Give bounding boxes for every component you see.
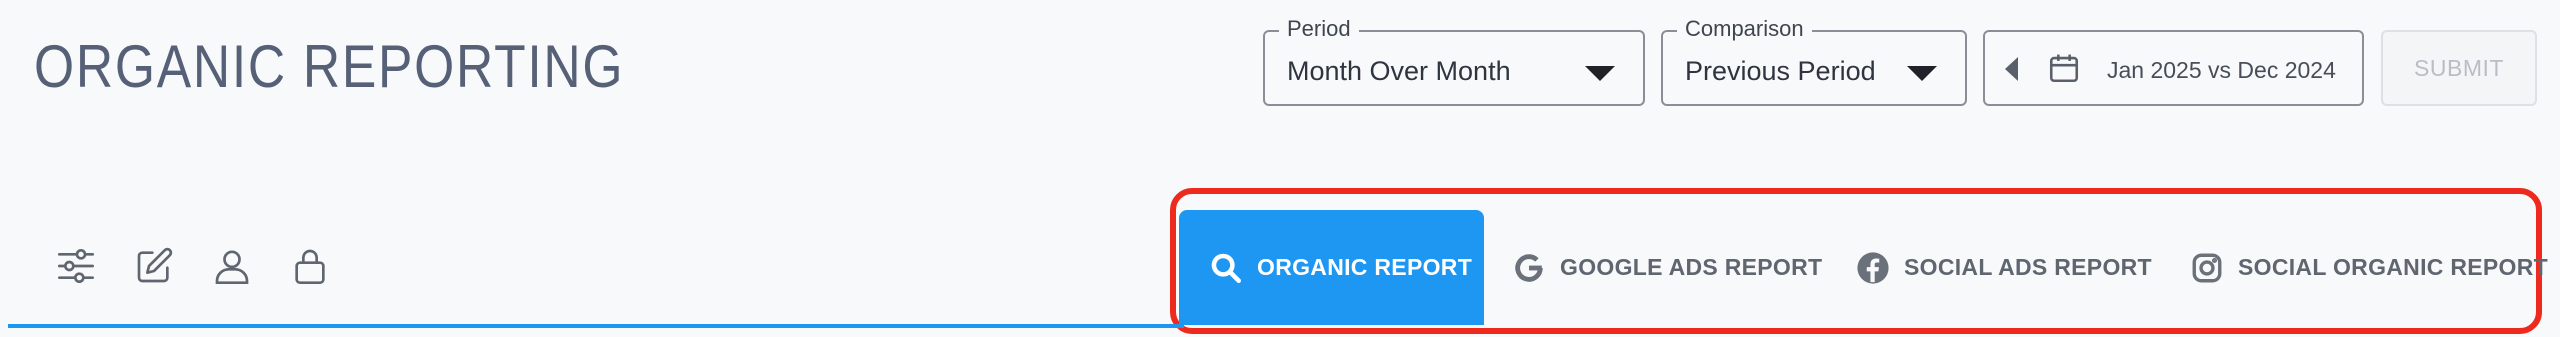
tab-underline — [8, 324, 1184, 328]
chevron-down-icon — [1907, 66, 1937, 81]
google-icon — [1512, 251, 1546, 285]
search-icon — [1209, 251, 1243, 285]
period-value: Month Over Month — [1287, 56, 1511, 86]
comparison-value: Previous Period — [1685, 56, 1876, 86]
submit-button[interactable]: SUBMIT — [2381, 30, 2537, 106]
previous-period-icon[interactable] — [2005, 57, 2018, 81]
calendar-icon — [2047, 50, 2081, 86]
sliders-icon[interactable] — [56, 246, 96, 286]
period-select[interactable]: Period Month Over Month — [1263, 16, 1645, 106]
user-icon[interactable] — [212, 246, 252, 286]
comparison-label: Comparison — [1677, 16, 1812, 42]
date-range-value: Jan 2025 vs Dec 2024 — [2107, 57, 2336, 83]
tab-social-organic-report[interactable]: SOCIAL ORGANIC REPORT — [2190, 210, 2548, 325]
date-range-picker[interactable]: Jan 2025 vs Dec 2024 — [1983, 30, 2364, 106]
tab-social-ads-report[interactable]: SOCIAL ADS REPORT — [1856, 210, 2152, 325]
facebook-icon — [1856, 251, 1890, 285]
comparison-select[interactable]: Comparison Previous Period — [1661, 16, 1967, 106]
tab-label: SOCIAL ADS REPORT — [1904, 254, 2152, 280]
reporting-page: ORGANIC REPORTING Period Month Over Mont… — [0, 0, 2560, 337]
tab-label: ORGANIC REPORT — [1257, 254, 1473, 280]
tab-google-ads-report[interactable]: GOOGLE ADS REPORT — [1512, 210, 1822, 325]
period-label: Period — [1279, 16, 1359, 42]
tab-label: GOOGLE ADS REPORT — [1560, 254, 1823, 280]
tab-label: SOCIAL ORGANIC REPORT — [2238, 254, 2549, 280]
chevron-down-icon — [1585, 66, 1615, 81]
instagram-icon — [2190, 251, 2224, 285]
tab-organic-report[interactable]: ORGANIC REPORT — [1179, 210, 1484, 325]
edit-icon[interactable] — [134, 246, 174, 286]
page-title: ORGANIC REPORTING — [34, 33, 625, 100]
lock-icon[interactable] — [290, 246, 330, 286]
